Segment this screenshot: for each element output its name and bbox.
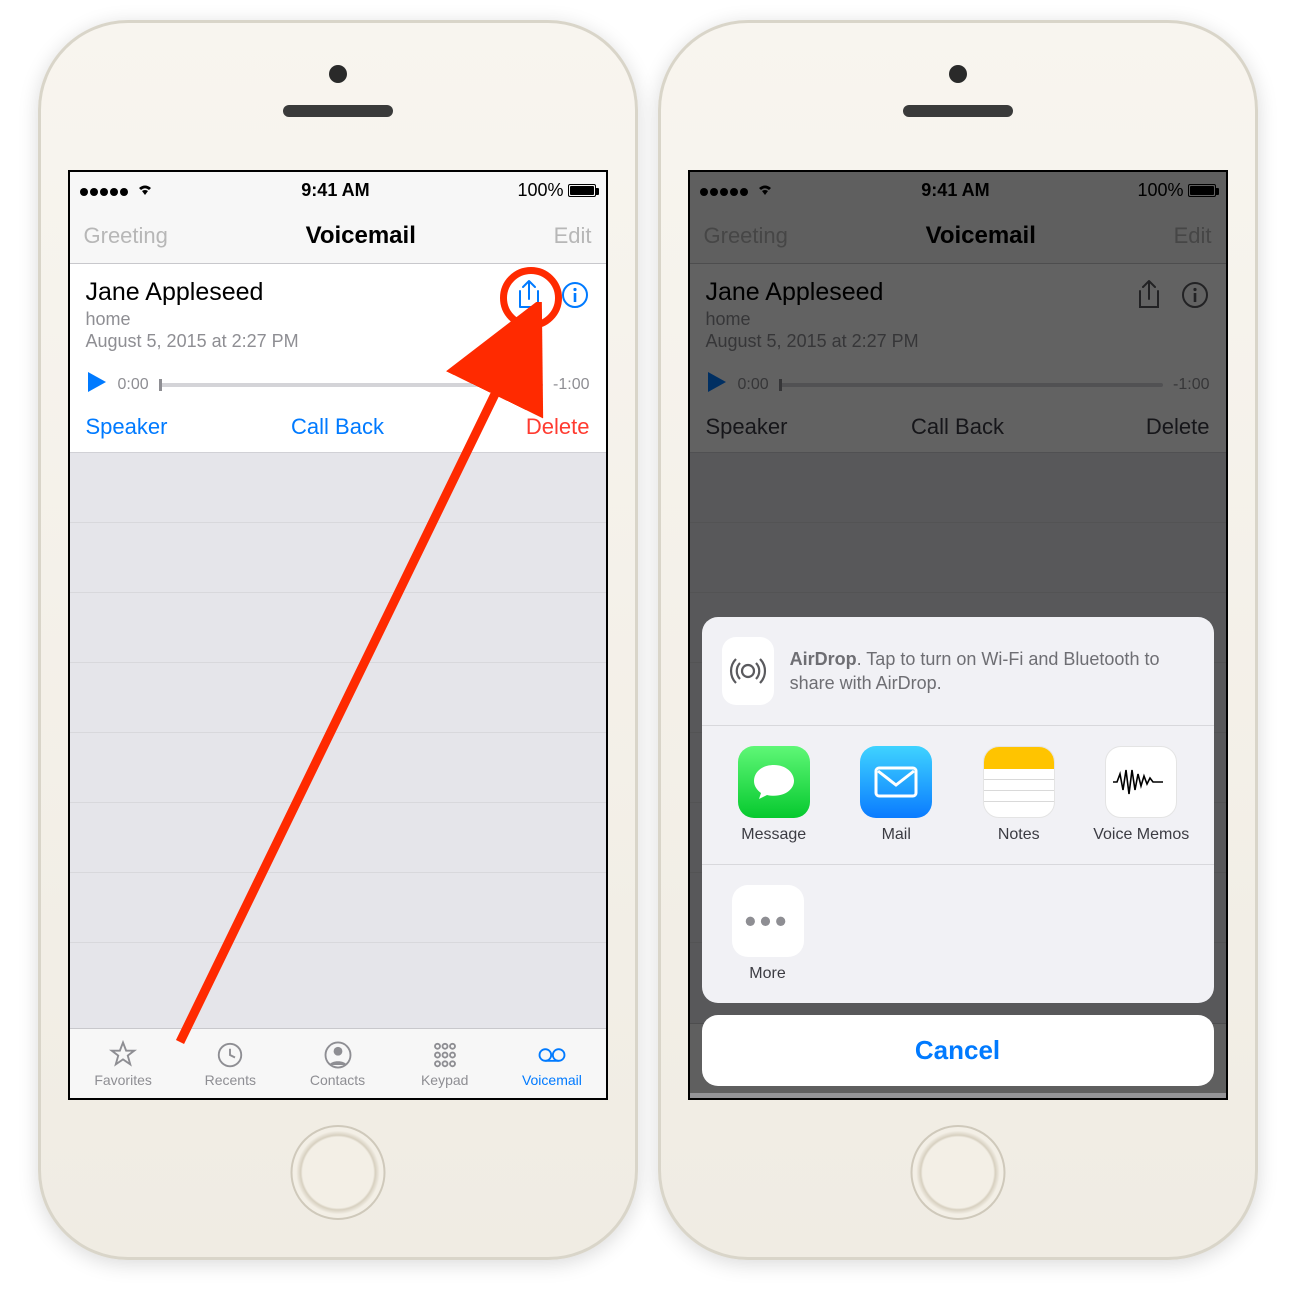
share-app-voicememos[interactable]: Voice Memos [1087,746,1196,844]
airdrop-text: AirDrop. Tap to turn on Wi-Fi and Blueto… [790,647,1194,696]
share-sheet: AirDrop. Tap to turn on Wi-Fi and Blueto… [702,617,1214,1086]
tab-contacts[interactable]: Contacts [284,1029,391,1098]
messages-icon [738,746,810,818]
tab-favorites-label: Favorites [94,1072,152,1088]
tab-keypad[interactable]: Keypad [391,1029,498,1098]
tab-recents[interactable]: Recents [177,1029,284,1098]
tab-voicemail[interactable]: Voicemail [498,1029,605,1098]
delete-button[interactable]: Delete [422,414,590,440]
nav-bar: Greeting Voicemail Edit [70,208,606,264]
nav-greeting-button[interactable]: Greeting [84,223,168,249]
share-app-voicememos-label: Voice Memos [1093,826,1189,844]
mail-icon [860,746,932,818]
more-icon: ••• [732,885,804,957]
device-camera [329,65,347,83]
signal-dots [80,180,130,201]
tab-bar: Favorites Recents Contacts Keypad Voicem… [70,1028,606,1098]
iphone-left: 9:41 AM 100% Greeting Voicemail Edit Jan… [38,20,638,1260]
share-app-mail-label: Mail [882,826,911,844]
tab-recents-label: Recents [205,1072,256,1088]
tab-keypad-label: Keypad [421,1072,468,1088]
tab-contacts-label: Contacts [310,1072,365,1088]
playback-current: 0:00 [118,376,149,394]
share-app-message-label: Message [741,826,806,844]
airdrop-icon [722,637,774,705]
share-more[interactable]: ••• More [720,885,816,983]
status-bar: 9:41 AM 100% [70,172,606,208]
share-app-notes-label: Notes [998,826,1040,844]
screen-left: 9:41 AM 100% Greeting Voicemail Edit Jan… [68,170,608,1100]
playback-remaining: -1:00 [553,376,589,394]
status-time: 9:41 AM [154,180,518,201]
speaker-button[interactable]: Speaker [86,414,254,440]
scrubber[interactable] [159,383,543,387]
nav-edit-button[interactable]: Edit [554,223,592,249]
device-earpiece [903,105,1013,117]
voicememos-icon [1105,746,1177,818]
tab-voicemail-label: Voicemail [522,1072,582,1088]
airdrop-row[interactable]: AirDrop. Tap to turn on Wi-Fi and Blueto… [702,617,1214,726]
battery-indicator: 100% [517,180,595,201]
share-app-mail[interactable]: Mail [842,746,951,844]
battery-icon [568,184,596,197]
voicemail-date: August 5, 2015 at 2:27 PM [86,331,514,352]
home-button[interactable] [910,1125,1005,1220]
iphone-right: 9:41 AM 100% Greeting Voicemail Edit Jan… [658,20,1258,1260]
play-button[interactable] [86,370,108,400]
wifi-icon [136,180,154,201]
screen-right: 9:41 AM 100% Greeting Voicemail Edit Jan… [688,170,1228,1100]
contact-name: Jane Appleseed [86,278,514,307]
notes-icon [983,746,1055,818]
info-icon[interactable] [560,280,590,310]
tab-favorites[interactable]: Favorites [70,1029,177,1098]
cancel-button[interactable]: Cancel [702,1015,1214,1086]
share-app-message[interactable]: Message [720,746,829,844]
battery-percent: 100% [517,180,563,201]
share-more-label: More [749,965,785,983]
callback-button[interactable]: Call Back [254,414,422,440]
nav-title: Voicemail [168,222,554,250]
voicemail-card: Jane Appleseed home August 5, 2015 at 2:… [70,264,606,453]
device-earpiece [283,105,393,117]
voicemail-list [70,453,606,1093]
device-camera [949,65,967,83]
share-icon[interactable] [514,280,544,310]
contact-label: home [86,309,514,330]
share-apps-row: Message Mail Notes Voice Memos [702,726,1214,865]
home-button[interactable] [290,1125,385,1220]
share-app-notes[interactable]: Notes [965,746,1074,844]
share-sheet-overlay[interactable]: AirDrop. Tap to turn on Wi-Fi and Blueto… [690,172,1226,1098]
